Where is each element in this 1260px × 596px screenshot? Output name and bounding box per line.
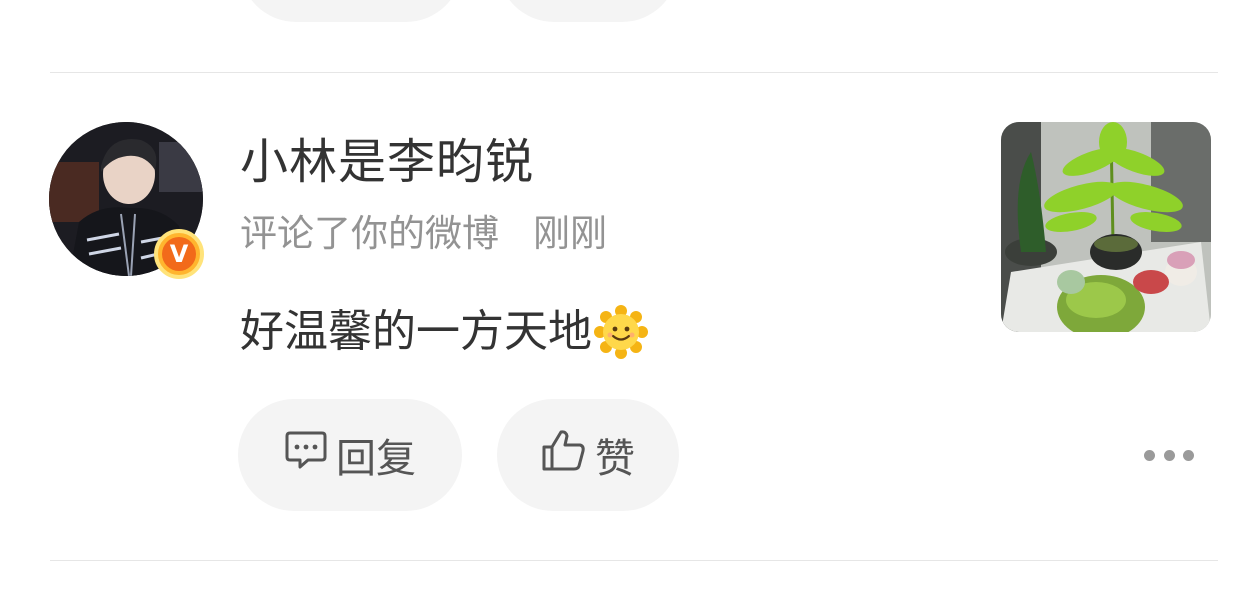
like-button-content: 赞 <box>541 399 635 511</box>
comment-body: 好温馨的一方天地 <box>240 306 592 357</box>
reply-label: 回复 <box>336 436 416 482</box>
comment-bubble-icon <box>284 430 328 480</box>
dot <box>1144 449 1155 461</box>
dot <box>1183 449 1194 461</box>
post-thumbnail[interactable] <box>1001 122 1211 332</box>
more-dots-icon[interactable] <box>1144 440 1194 470</box>
divider <box>50 560 1218 561</box>
reply-button[interactable]: 回复 <box>238 399 462 511</box>
divider <box>50 72 1218 73</box>
verified-badge-icon: V <box>154 229 204 279</box>
previous-reply-button[interactable] <box>240 0 462 22</box>
thumbs-up-icon <box>541 428 587 482</box>
previous-like-button[interactable] <box>498 0 678 22</box>
dot <box>1163 449 1175 461</box>
username[interactable]: 小林是李昀锐 <box>240 130 534 194</box>
sun-smile-emoji-icon <box>594 305 648 359</box>
action-text: 评论了你的微博 <box>240 212 499 255</box>
like-button[interactable]: 赞 <box>497 399 679 511</box>
verified-badge-letter: V <box>162 237 196 271</box>
timestamp: 刚刚 <box>533 212 607 255</box>
like-label: 赞 <box>595 436 635 482</box>
comment-text[interactable]: 好温馨的一方天地 <box>240 302 648 362</box>
reply-button-content: 回复 <box>284 399 416 511</box>
notification-meta: 评论了你的微博 刚刚 <box>240 208 607 260</box>
